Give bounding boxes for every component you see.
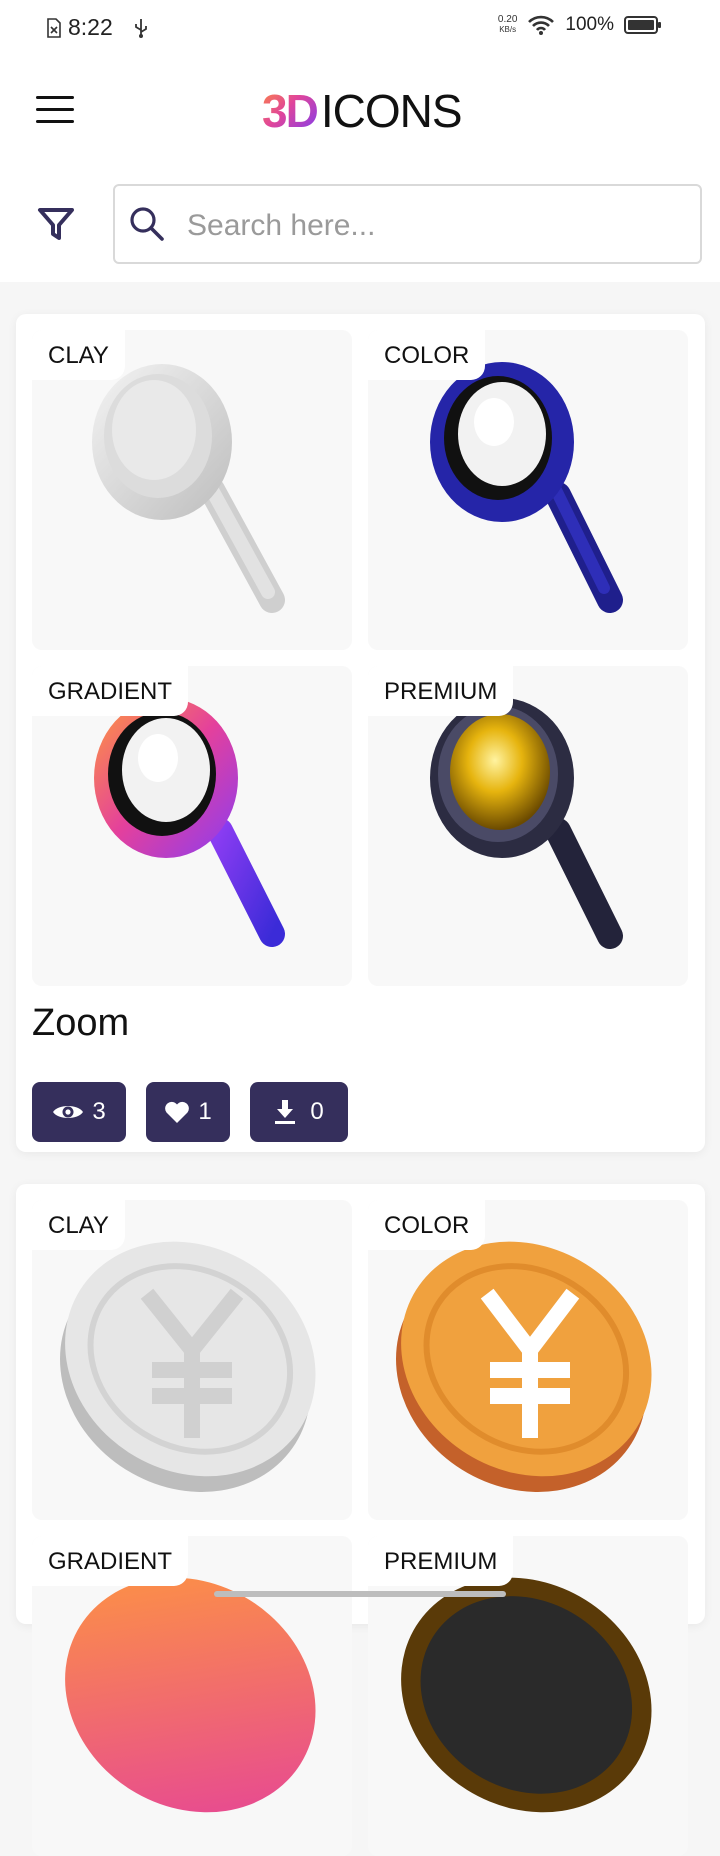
app-bar: 3D ICONS [0, 58, 720, 168]
logo-3d-mark: 3D [262, 85, 319, 137]
variant-tile-clay[interactable]: CLAY [32, 330, 352, 650]
sim-card-icon [47, 17, 61, 38]
variant-label: CLAY [32, 1200, 125, 1250]
eye-icon [53, 1106, 84, 1118]
usb-icon [134, 18, 147, 38]
gesture-home-bar[interactable] [214, 1591, 506, 1597]
variant-label: PREMIUM [368, 666, 514, 716]
variant-label: COLOR [368, 330, 486, 380]
net-speed-value: 0.20 [497, 14, 518, 25]
likes-button[interactable]: 1 [146, 1082, 230, 1142]
logo-text: ICONS [320, 85, 463, 137]
battery-icon [624, 16, 661, 34]
menu-button[interactable] [36, 96, 74, 124]
search-input[interactable] [185, 198, 689, 254]
download-icon [275, 1100, 296, 1124]
variant-label: PREMIUM [368, 1536, 514, 1586]
status-time: 8:22 [68, 14, 113, 40]
variant-tile-gradient[interactable]: GRADIENT [32, 666, 352, 986]
variant-label: GRADIENT [32, 666, 189, 716]
heart-icon [165, 1101, 190, 1123]
views-button[interactable]: 3 [32, 1082, 126, 1142]
variant-tile-color[interactable]: COLOR [368, 1200, 688, 1520]
views-count: 3 [92, 1098, 106, 1125]
hamburger-icon-line-1 [36, 96, 74, 99]
app-logo[interactable]: 3D ICONS [262, 84, 462, 138]
variant-tile-gradient[interactable]: GRADIENT [32, 1536, 352, 1856]
icon-card-yen[interactable]: CLAY COLOR GRADIENT PREMIUM [16, 1184, 705, 1856]
variant-tile-color[interactable]: COLOR [368, 330, 688, 650]
filter-button[interactable] [36, 204, 76, 244]
icon-title: Zoom [32, 1002, 130, 1044]
variant-label: GRADIENT [32, 1536, 189, 1586]
filter-icon [38, 208, 74, 240]
hamburger-icon-line-3 [36, 120, 74, 123]
search-box[interactable] [113, 184, 702, 264]
status-bar: 8:22 0.20 KB/s 100% [0, 0, 720, 58]
variant-tile-clay[interactable]: CLAY [32, 1200, 352, 1520]
downloads-count: 0 [310, 1098, 324, 1125]
battery-percent: 100% [565, 14, 614, 35]
network-speed: 0.20 KB/s [498, 15, 517, 35]
search-icon [130, 207, 164, 241]
variant-label: COLOR [368, 1200, 486, 1250]
likes-count: 1 [198, 1098, 212, 1125]
status-left: 8:22 [46, 14, 151, 41]
hamburger-icon-line-2 [36, 108, 74, 111]
icon-card-zoom[interactable]: CLAY COLOR GRADIENT PREMIUM Zoom 3 1 0 [16, 314, 705, 1152]
wifi-icon [528, 15, 555, 35]
variant-label: CLAY [32, 330, 125, 380]
downloads-button[interactable]: 0 [250, 1082, 348, 1142]
stats-row: 3 1 0 [32, 1082, 348, 1142]
variant-tile-premium[interactable]: PREMIUM [368, 666, 688, 986]
variant-tile-premium[interactable]: PREMIUM [368, 1536, 688, 1856]
net-speed-unit: KB/s [499, 25, 517, 34]
status-right: 0.20 KB/s 100% [498, 14, 662, 36]
